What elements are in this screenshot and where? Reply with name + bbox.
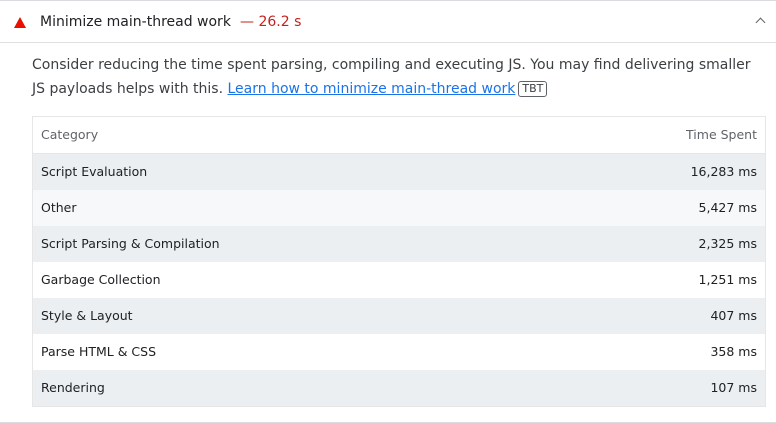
time-cell: 16,283 ms [690, 164, 757, 179]
learn-more-link[interactable]: Learn how to minimize main-thread work [228, 81, 516, 97]
time-cell: 1,251 ms [698, 272, 757, 287]
category-cell: Other [41, 200, 77, 215]
time-cell: 107 ms [710, 380, 757, 395]
main-thread-table: Category Time Spent Script Evaluation 16… [32, 116, 766, 407]
audit-title: Minimize main-thread work [40, 14, 231, 30]
audit-description: Consider reducing the time spent parsing… [32, 53, 762, 101]
table-row: Parse HTML & CSS 358 ms [33, 334, 765, 370]
category-cell: Script Evaluation [41, 164, 148, 179]
metric-tag-tbt: TBT [518, 81, 548, 97]
audit-display-value: — 26.2 s [240, 14, 302, 30]
audit-header[interactable]: Minimize main-thread work — 26.2 s [0, 1, 776, 43]
category-cell: Garbage Collection [41, 272, 161, 287]
table-row: Rendering 107 ms [33, 370, 765, 406]
category-cell: Parse HTML & CSS [41, 344, 157, 359]
category-cell: Script Parsing & Compilation [41, 236, 220, 251]
column-header-time-spent: Time Spent [686, 127, 757, 142]
column-header-category: Category [41, 127, 99, 142]
time-cell: 5,427 ms [698, 200, 757, 215]
table-header-row: Category Time Spent [33, 117, 765, 154]
time-cell: 2,325 ms [698, 236, 757, 251]
table-row: Other 5,427 ms [33, 190, 765, 226]
table-row: Style & Layout 407 ms [33, 298, 765, 334]
table-row: Script Parsing & Compilation 2,325 ms [33, 226, 765, 262]
audit-panel: Minimize main-thread work — 26.2 s Consi… [0, 0, 776, 423]
category-cell: Style & Layout [41, 308, 133, 323]
chevron-up-icon[interactable] [755, 17, 766, 28]
table-row: Script Evaluation 16,283 ms [33, 154, 765, 190]
time-cell: 407 ms [710, 308, 757, 323]
category-cell: Rendering [41, 380, 105, 395]
fail-triangle-icon [14, 17, 26, 28]
table-row: Garbage Collection 1,251 ms [33, 262, 765, 298]
time-cell: 358 ms [710, 344, 757, 359]
